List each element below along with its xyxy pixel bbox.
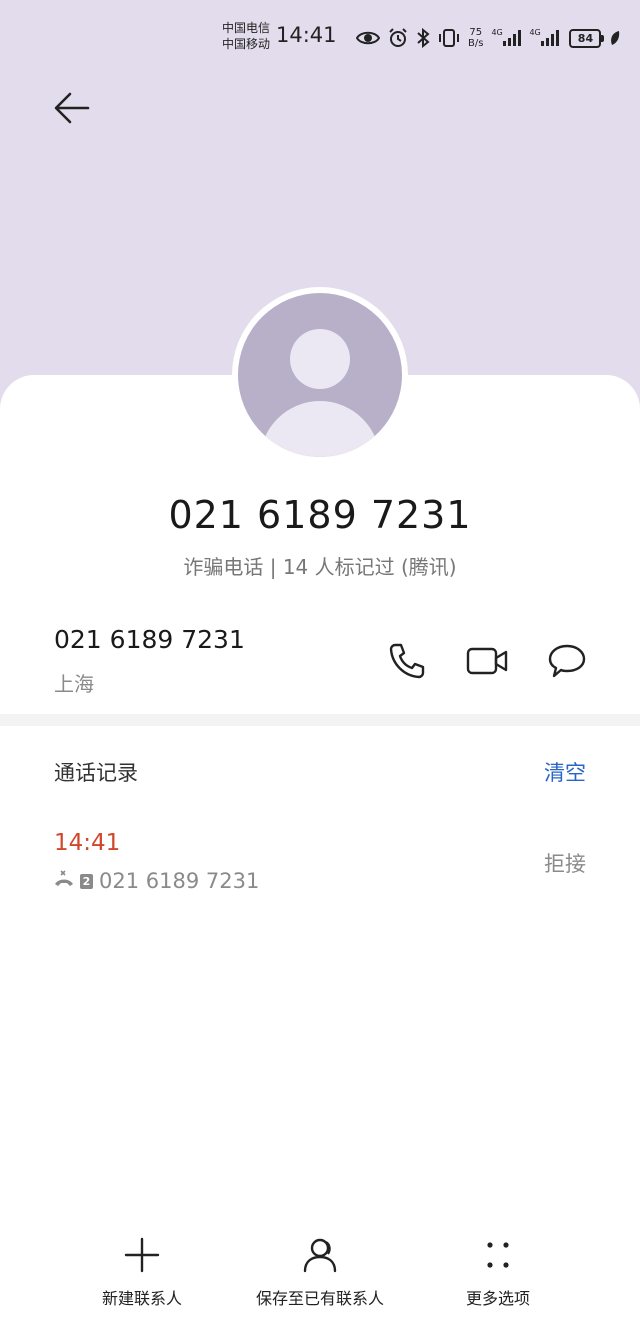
avatar [232,287,408,463]
call-detail: 2 021 6189 7231 [54,869,259,893]
new-contact-label: 新建联系人 [101,1289,182,1308]
more-dots-icon [487,1242,509,1268]
new-contact-button[interactable]: 新建联系人 [42,1235,242,1309]
video-call-button[interactable] [465,640,508,682]
number-row[interactable]: 021 6189 7231 上海 [54,625,245,697]
message-button[interactable] [546,640,588,682]
battery-icon: 84 [569,28,605,48]
clear-history-button[interactable]: 清空 [544,757,586,787]
eye-icon [356,29,380,47]
carrier-info: 中国电信 中国移动 [222,20,270,52]
status-icons: 75 B/s 4G 4G 84 [356,24,621,52]
call-button[interactable] [386,640,428,682]
call-time: 14:41 [54,830,121,856]
status-time: 14:41 [276,23,337,47]
save-to-existing-label: 保存至已有联系人 [255,1289,384,1308]
plus-icon [124,1237,160,1273]
message-icon [548,644,586,678]
signal-icon: 4G [491,28,522,48]
rejected-call-icon [54,869,74,893]
more-options-label: 更多选项 [465,1289,530,1308]
status-bar: 中国电信 中国移动 14:41 75 B/s 4G 4G 84 [0,0,640,76]
bluetooth-icon [416,28,430,48]
bottom-toolbar: 新建联系人 保存至已有联系人 更多选项 [0,1235,640,1320]
carrier-2: 中国移动 [222,37,271,51]
video-call-icon [466,647,508,675]
signal-icon: 4G [529,28,560,48]
carrier-1: 中国电信 [222,21,271,35]
back-arrow-icon [54,92,90,124]
section-divider [0,714,640,726]
call-history-title: 通话记录 [54,761,138,785]
back-button[interactable] [50,86,94,130]
call-status: 拒接 [544,852,586,876]
vibrate-icon [438,28,460,48]
leaf-icon [609,30,621,46]
net-speed: 75 B/s [468,27,484,49]
call-number: 021 6189 7231 [99,869,260,893]
phone-icon [389,643,425,679]
phone-location: 上海 [54,672,94,696]
more-options-button[interactable]: 更多选项 [398,1235,598,1309]
default-avatar-icon [238,293,402,457]
spam-label: 诈骗电话 | 14 人标记过 (腾讯) [183,555,457,579]
page-title: 021 6189 7231 [168,493,472,537]
phone-number: 021 6189 7231 [54,625,245,654]
person-icon [303,1238,337,1273]
alarm-icon [388,28,408,48]
save-to-existing-button[interactable]: 保存至已有联系人 [220,1235,420,1309]
sim-card-icon: 2 [80,873,93,889]
